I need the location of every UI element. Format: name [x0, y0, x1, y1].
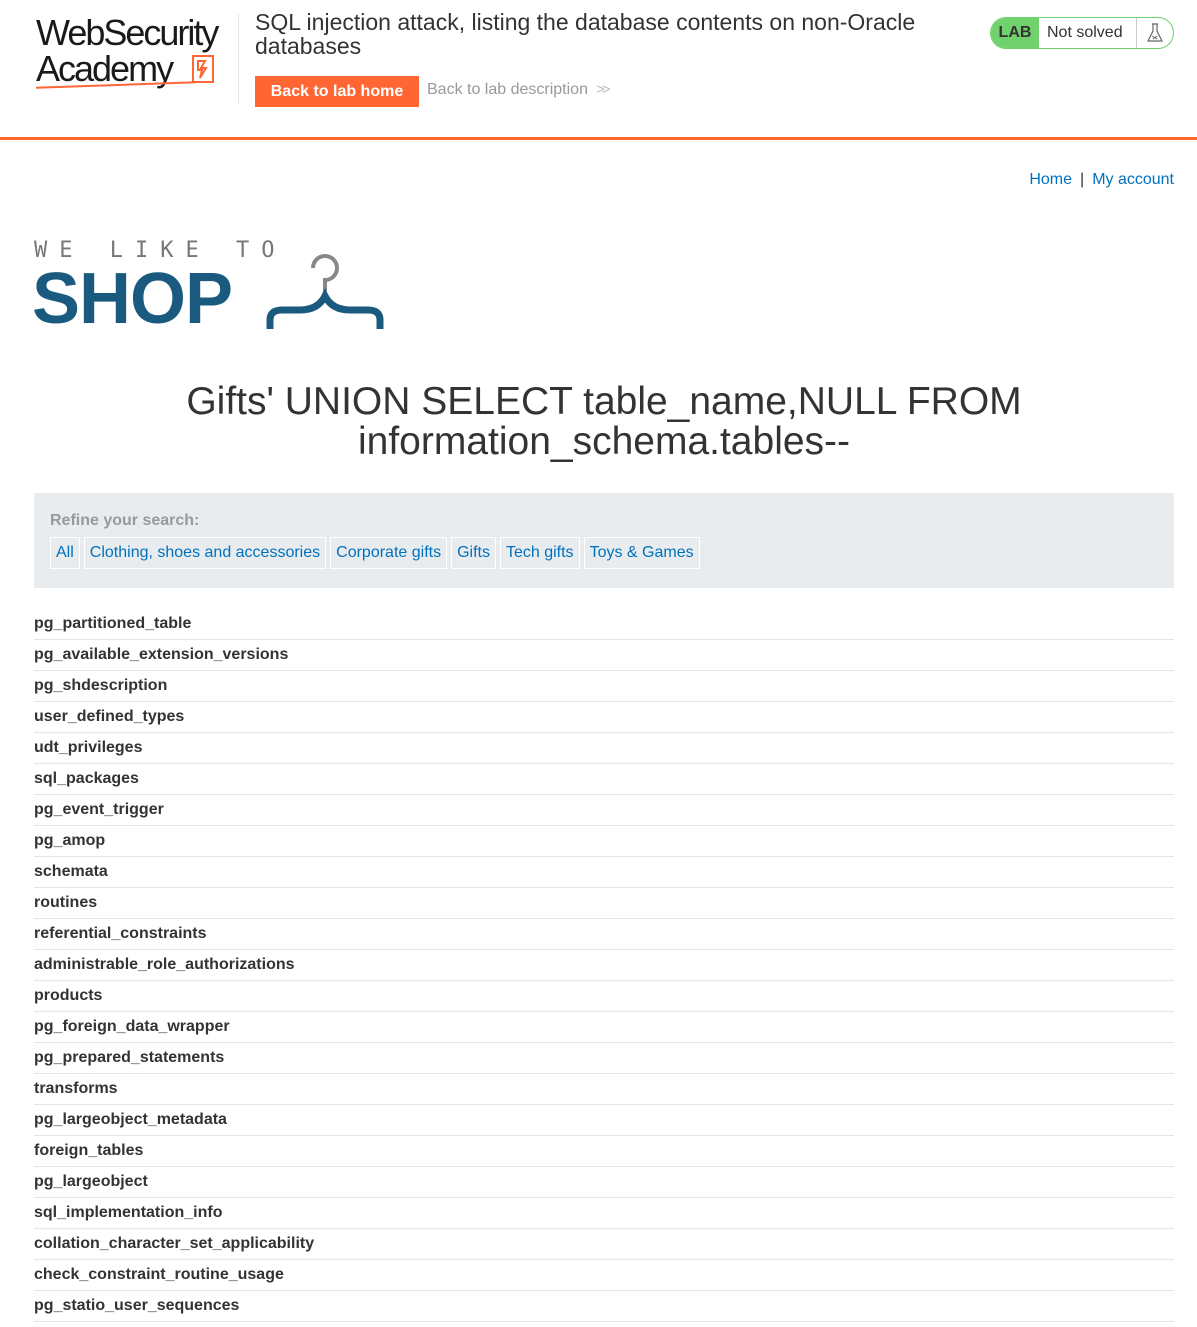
filter-category-all[interactable]: All — [50, 537, 80, 569]
table-row: administrable_role_authorizations — [34, 950, 1174, 981]
back-to-lab-description-link[interactable]: Back to lab description >> — [427, 81, 610, 99]
filter-category-corporate-gifts[interactable]: Corporate gifts — [330, 537, 448, 569]
table-row: schemata — [34, 857, 1174, 888]
back-to-lab-description-label: Back to lab description — [427, 81, 588, 98]
table-row: products — [34, 981, 1174, 1012]
filter-category-gifts[interactable]: Gifts — [451, 537, 496, 569]
nav-my-account-link[interactable]: My account — [1092, 171, 1174, 188]
double-chevron-right-icon: >> — [595, 81, 610, 98]
table-row: pg_amop — [34, 826, 1174, 857]
table-row: sql_implementation_info — [34, 1198, 1174, 1229]
logo-text-line1: WebSecurity — [36, 12, 219, 53]
table-row: user_defined_types — [34, 702, 1174, 733]
table-row: check_constraint_routine_usage — [34, 1260, 1174, 1291]
back-to-lab-home-button[interactable]: Back to lab home — [255, 76, 419, 107]
filter-category-list: All Clothing, shoes and accessories Corp… — [50, 537, 1158, 569]
lab-title: SQL injection attack, listing the databa… — [255, 9, 916, 59]
top-navigation: Home | My account — [1029, 171, 1174, 189]
flask-icon — [1136, 18, 1173, 48]
lab-status-text: Not solved — [1047, 24, 1123, 41]
filter-category-tech-gifts[interactable]: Tech gifts — [499, 537, 580, 569]
table-row: pg_available_extension_versions — [34, 640, 1174, 671]
table-row: collation_character_set_applicability — [34, 1229, 1174, 1260]
academy-header: WebSecurity Academy SQL injection attack… — [0, 0, 1197, 140]
results-table: pg_partitioned_table pg_available_extens… — [34, 609, 1174, 1322]
table-row: pg_shdescription — [34, 671, 1174, 702]
web-security-academy-logo[interactable]: WebSecurity Academy — [36, 14, 236, 90]
category-filter: Refine your search: All Clothing, shoes … — [34, 493, 1174, 588]
table-row: referential_constraints — [34, 919, 1174, 950]
table-row: pg_largeobject — [34, 1167, 1174, 1198]
table-row: routines — [34, 888, 1174, 919]
table-row: pg_partitioned_table — [34, 609, 1174, 640]
table-row: pg_largeobject_metadata — [34, 1105, 1174, 1136]
filter-category-clothing[interactable]: Clothing, shoes and accessories — [83, 537, 327, 569]
table-row: pg_prepared_statements — [34, 1043, 1174, 1074]
table-row: pg_statio_user_sequences — [34, 1291, 1174, 1322]
table-row: pg_event_trigger — [34, 795, 1174, 826]
search-results-heading: Gifts' UNION SELECT table_name,NULL FROM… — [186, 380, 1022, 463]
table-row: transforms — [34, 1074, 1174, 1105]
nav-separator: | — [1080, 171, 1085, 188]
lab-status-widget: LAB Not solved — [990, 17, 1174, 49]
nav-home-link[interactable]: Home — [1029, 171, 1072, 188]
table-row: udt_privileges — [34, 733, 1174, 764]
table-row: sql_packages — [34, 764, 1174, 795]
shop-logo: WE LIKE TO SHOP — [32, 238, 394, 339]
lightning-icon — [192, 55, 214, 83]
header-divider — [238, 14, 239, 104]
hanger-icon — [266, 254, 384, 329]
lab-badge: LAB — [991, 18, 1039, 48]
table-row: pg_foreign_data_wrapper — [34, 1012, 1174, 1043]
filter-category-toys-games[interactable]: Toys & Games — [583, 537, 700, 569]
table-row: foreign_tables — [34, 1136, 1174, 1167]
filter-label: Refine your search: — [50, 512, 200, 529]
shop-logo-word: SHOP — [32, 259, 233, 339]
